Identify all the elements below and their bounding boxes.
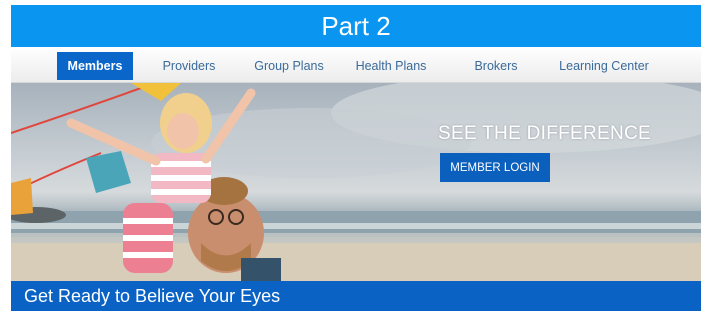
page-frame: Part 2 Members Providers Group Plans Hea… xyxy=(0,0,707,314)
member-login-button[interactable]: MEMBER LOGIN xyxy=(440,153,550,182)
main-nav: Members Providers Group Plans Health Pla… xyxy=(11,50,701,83)
hero-heading: SEE THE DIFFERENCE xyxy=(438,123,652,144)
hero-image xyxy=(11,83,701,281)
nav-item-learning-center[interactable]: Learning Center xyxy=(549,52,659,80)
nav-item-providers[interactable]: Providers xyxy=(151,52,227,80)
nav-item-health-plans[interactable]: Health Plans xyxy=(341,52,441,80)
tagline-text: Get Ready to Believe Your Eyes xyxy=(24,285,281,306)
nav-item-brokers[interactable]: Brokers xyxy=(461,52,531,80)
page-title: Part 2 xyxy=(11,5,701,47)
tagline-bar: Get Ready to Believe Your Eyes xyxy=(11,281,701,311)
nav-item-group-plans[interactable]: Group Plans xyxy=(244,52,334,80)
nav-item-members[interactable]: Members xyxy=(57,52,133,80)
hero-banner: SEE THE DIFFERENCE MEMBER LOGIN xyxy=(11,83,701,281)
